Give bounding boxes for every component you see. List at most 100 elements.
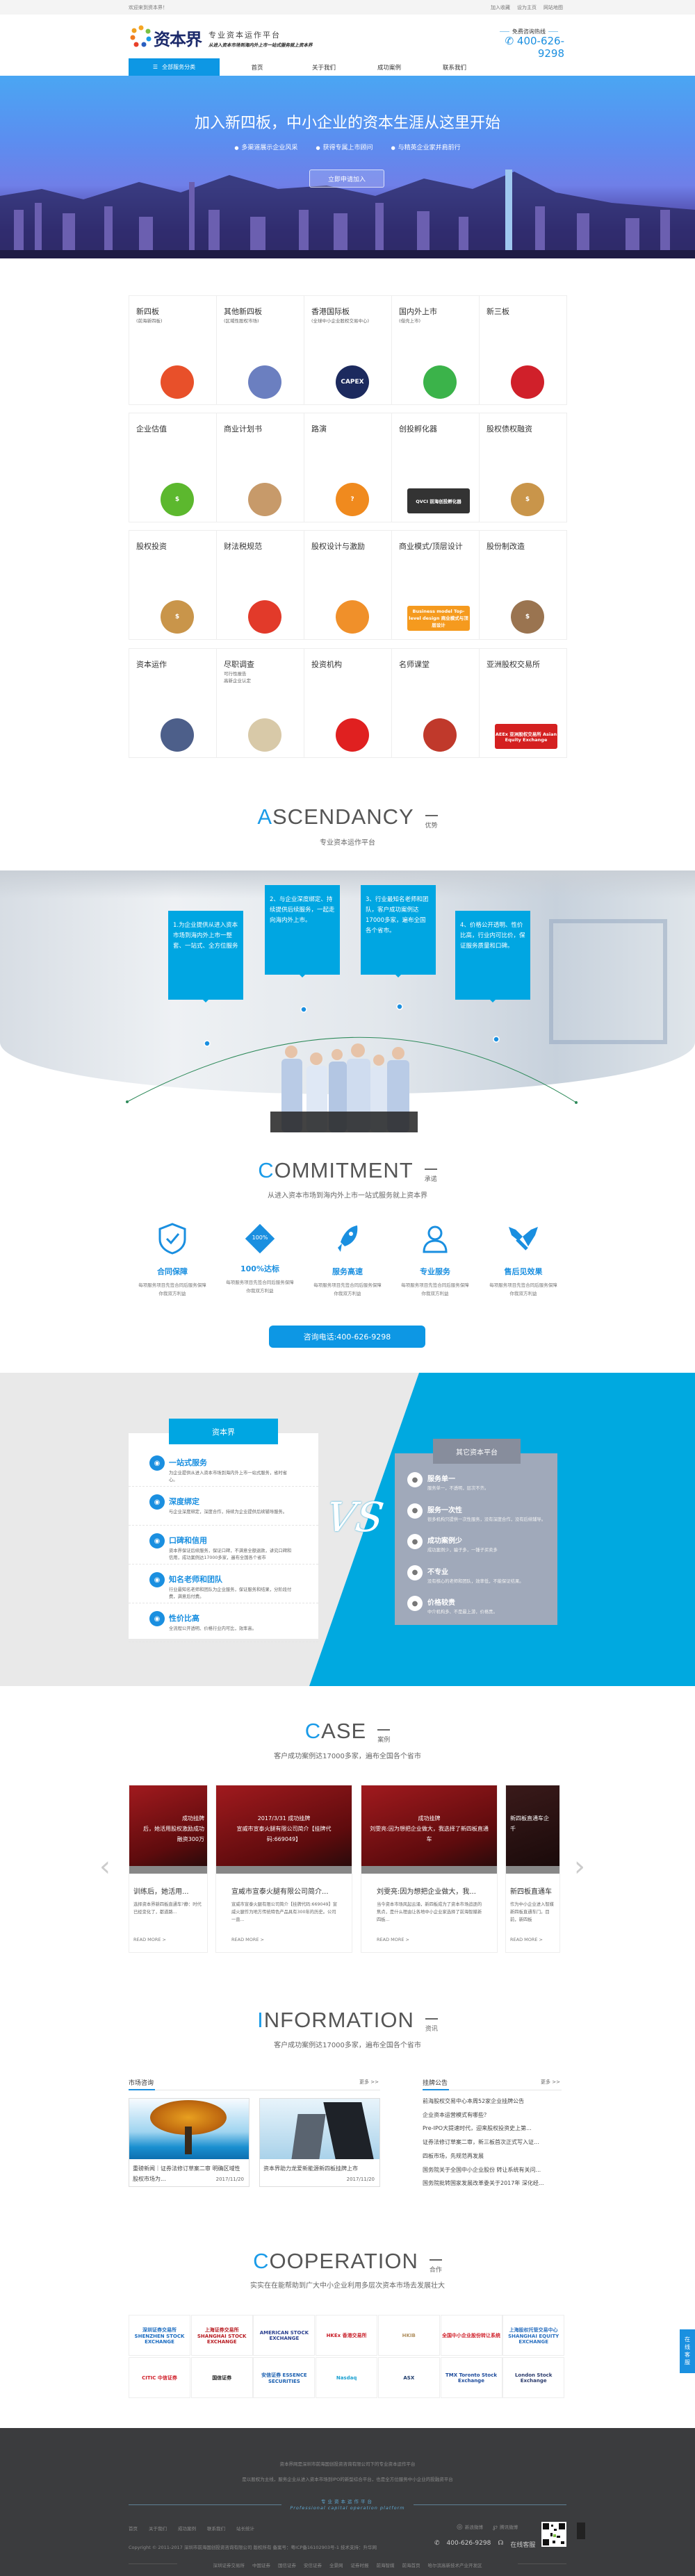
service-card[interactable]: 路演 ?	[304, 413, 392, 522]
online-service-link[interactable]: 在线客服	[510, 2540, 535, 2549]
read-more-link[interactable]: READ MORE >	[377, 1937, 409, 1942]
friend-link[interactable]: 证券时报	[351, 2561, 369, 2568]
service-card[interactable]: 投资机构	[304, 648, 392, 758]
notice-item[interactable]: 国务院关于全国中小企业股份 转让系统有关问...	[423, 2166, 541, 2174]
weibo-link[interactable]: ◎ 新浪微博	[457, 2523, 483, 2531]
news-card[interactable]: 资本界助力龙爱新能源新四板挂牌上市 2017/11/20	[259, 2098, 380, 2187]
news-date: 2017/11/20	[215, 2177, 244, 2182]
logo-icon[interactable]	[130, 25, 152, 47]
notice-item[interactable]: Pre-IPO大提速时代，迎来股权投资史上第...	[423, 2124, 532, 2132]
vs-left-item: ◉ 一站式服务 为企业提供从进入资本市场到海内外上市一站式服务，省时省心。	[129, 1450, 318, 1487]
notice-item[interactable]: 前海股权交易中心本周52家企业挂牌公告	[423, 2097, 524, 2105]
service-card[interactable]: 名师课堂	[391, 648, 480, 758]
service-image-icon: Business model Top-level design 商业模式与顶层设…	[407, 606, 470, 631]
vs-right-card: ● 服务单一 服务单一，不透明，层次不齐。 ● 服务一次性 很多机构只提供一次性…	[395, 1453, 557, 1625]
service-card[interactable]: 香港国际板 (全球中小企业股权交易中心) CAPEX	[304, 295, 392, 405]
case-photo: 新四板直通车企 千	[506, 1785, 559, 1866]
more-market-news-link[interactable]: 更多 >>	[359, 2079, 379, 2086]
tencent-weibo-link[interactable]: ℘ 腾讯微博	[493, 2523, 518, 2531]
footer-nav-link[interactable]: 首页	[129, 2525, 138, 2532]
service-image-icon: QVCI 前海创投孵化器	[407, 488, 470, 513]
consult-phone-button[interactable]: 咨询电话:400-626-9298	[269, 1326, 425, 1348]
partner-logo[interactable]: 安信证券 ESSENCE SECURITIES	[253, 2357, 316, 2398]
footer-nav-link[interactable]: 站长统计	[236, 2525, 254, 2532]
footer-nav-link[interactable]: 关于我们	[149, 2525, 167, 2532]
friend-link[interactable]: 国信证券	[278, 2561, 296, 2568]
online-service-side-tab[interactable]: 在线客服	[680, 2329, 695, 2373]
vs-right-title: 成功案例少	[427, 1537, 462, 1545]
partner-logo[interactable]: HKEx 香港交易所	[316, 2315, 378, 2356]
service-card[interactable]: 创投孵化器 QVCI 前海创投孵化器	[391, 413, 480, 522]
service-card[interactable]: 新四板 (前海新四板)	[129, 295, 217, 405]
service-card[interactable]: 亚洲股权交易所 AEEx 亚洲股权交易所 Asian Equity Exchan…	[479, 648, 567, 758]
footer-contact: ✆ 400-626-9298 ☊ 在线客服	[434, 2540, 535, 2549]
friend-link[interactable]: 安信证券	[304, 2561, 322, 2568]
service-card[interactable]: 商业计划书	[216, 413, 304, 522]
partner-logo[interactable]: 全国中小企业股份转让系统	[440, 2315, 502, 2356]
friend-link[interactable]: 前海智媒	[377, 2561, 395, 2568]
friend-link[interactable]: 前海首页	[402, 2561, 420, 2568]
news-card[interactable]: 重磅新闻｜证券法修订草案二审 明确区域性股权市场为... 2017/11/20	[129, 2098, 250, 2187]
partner-logo[interactable]: 上海证券交易所 SHANGHAI STOCK EXCHANGE	[190, 2315, 253, 2356]
case-card[interactable]: 成功挂牌 刘雯亮:因为想把企业做大，我选择了新四板直通车 刘雯亮:因为想把企业做…	[361, 1785, 498, 1953]
partner-logo[interactable]: London Stock Exchange	[502, 2357, 565, 2398]
service-card[interactable]: 股权设计与激励	[304, 530, 392, 640]
service-card[interactable]: 企业估值 $	[129, 413, 217, 522]
top-link[interactable]: 加入收藏	[491, 4, 510, 11]
top-link[interactable]: 网站地图	[543, 4, 563, 11]
service-card[interactable]: 资本运作	[129, 648, 217, 758]
friend-link[interactable]: 哈尔滨高新技术产业开发区	[428, 2561, 482, 2568]
partner-logo[interactable]: 上海股权托管交易中心 SHANGHAI EQUITY EXCHANGE	[502, 2315, 565, 2356]
friend-link[interactable]: 全景网	[329, 2561, 343, 2568]
ascendancy-point: 3、行业最知名老师和团队，客户成功案例达17000多家，遍布全国各个省市。	[361, 885, 436, 977]
nav-item-about[interactable]: 关于我们	[312, 63, 336, 72]
read-more-link[interactable]: READ MORE >	[231, 1937, 264, 1942]
logo-name[interactable]: 资本界	[154, 26, 202, 50]
nav-item-home[interactable]: 首页	[251, 63, 263, 72]
more-notices-link[interactable]: 更多 >>	[541, 2079, 560, 2086]
case-card[interactable]: 新四板直通车企 千 新四板直通车 作为中小企业进入智媒新四板直通车门。目前，新四…	[505, 1785, 560, 1953]
partner-logo[interactable]: CITIC 中信证券	[129, 2357, 190, 2398]
partner-logo[interactable]: HKIB	[377, 2315, 440, 2356]
vs-right-item: ● 价格较贵 中介机构多、不是最上游，价格贵。	[395, 1594, 557, 1625]
friend-link[interactable]: 深圳证券交易所	[213, 2561, 245, 2568]
partner-logo[interactable]: 国信证券	[190, 2357, 253, 2398]
service-card[interactable]: 国内外上市 (借壳上市)	[391, 295, 480, 405]
nav-item-contact[interactable]: 联系我们	[443, 63, 466, 72]
nav-item-cases[interactable]: 成功案例	[377, 63, 401, 72]
vs-left-item: ◉ 知名老师和团队 行业最知名老师和团队为企业服务，保证服务和结果，分阶段付费，…	[129, 1567, 318, 1603]
partner-logo[interactable]: TMX Toronto Stock Exchange	[440, 2357, 502, 2398]
partner-logo[interactable]: AMERICAN STOCK EXCHANGE	[253, 2315, 316, 2356]
service-card[interactable]: 股权投资 $	[129, 530, 217, 640]
read-more-link[interactable]: READ MORE >	[510, 1937, 543, 1942]
all-categories-button[interactable]: ☰ 全部服务分类	[129, 58, 220, 76]
partner-logo[interactable]: 深圳证券交易所 SHENZHEN STOCK EXCHANGE	[129, 2315, 190, 2356]
top-link[interactable]: 设为主页	[517, 4, 537, 11]
notice-item[interactable]: 企业资本运营模式有哪些？	[423, 2111, 489, 2119]
footer-nav-link[interactable]: 成功案例	[178, 2525, 196, 2532]
service-card[interactable]: 商业模式/顶层设计 Business model Top-level desig…	[391, 530, 480, 640]
service-card[interactable]: 股权债权融资 $	[479, 413, 567, 522]
service-card[interactable]: 股份制改造 $	[479, 530, 567, 640]
carousel-next-arrow[interactable]: ›	[574, 1849, 585, 1884]
case-card[interactable]: 成功挂牌 后，她活用股权激励成功 融资300万 训练后，她活用... 选择资本界…	[129, 1785, 208, 1953]
service-card[interactable]: 尽职调查 可行性报告 高新企业认定	[216, 648, 304, 758]
friend-link[interactable]: 中国证券	[252, 2561, 270, 2568]
read-more-link[interactable]: READ MORE >	[133, 1937, 166, 1942]
partner-logo[interactable]: Nasdaq	[316, 2357, 378, 2398]
notice-item[interactable]: 国务院批转国家发展改革委关于2017年 深化经...	[423, 2179, 544, 2187]
case-card[interactable]: 2017/3/31 成功挂牌 宣威市宣泰火腿有限公司简介【挂牌代码:669049…	[215, 1785, 352, 1953]
notice-item[interactable]: 证券法修订草案二审，新三板首次正式写入证...	[423, 2138, 539, 2146]
footer-nav-link[interactable]: 联系我们	[207, 2525, 225, 2532]
back-to-top-button[interactable]	[577, 2523, 585, 2539]
partner-logo[interactable]: ASX	[377, 2357, 440, 2398]
top-bar: 欢迎来到资本界！ 加入收藏 设为主页 网站地图	[0, 0, 695, 15]
tab-listing-notices[interactable]: 挂牌公告	[423, 2078, 448, 2087]
service-card[interactable]: 新三板	[479, 295, 567, 405]
service-card[interactable]: 其他新四板 (区域性股权市场)	[216, 295, 304, 405]
notice-item[interactable]: 四板市场，先规范再发展	[423, 2152, 484, 2160]
service-card[interactable]: 财法税规范	[216, 530, 304, 640]
tab-market-news[interactable]: 市场咨询	[129, 2078, 154, 2087]
apply-join-button[interactable]: 立即申请加入	[309, 170, 384, 188]
carousel-prev-arrow[interactable]: ‹	[99, 1849, 111, 1884]
